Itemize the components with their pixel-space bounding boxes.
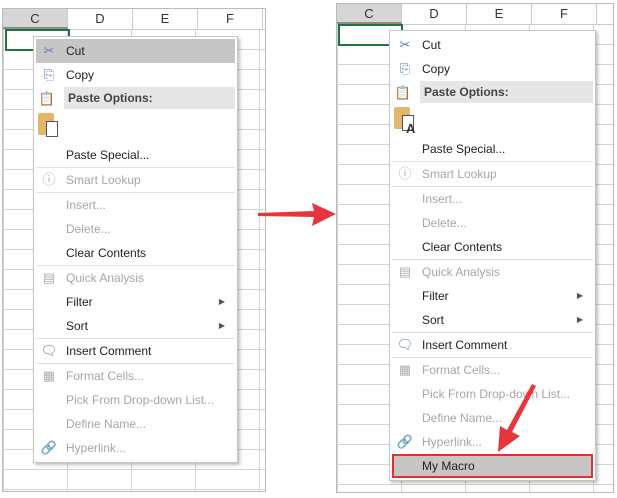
menu-item-label: Hyperlink... xyxy=(66,441,127,455)
scissors-icon: ✂ xyxy=(399,37,411,52)
menu-item-label: Clear Contents xyxy=(66,246,147,260)
copy-icon: ⎘ xyxy=(399,61,411,76)
hyperlink-icon: 🔗 xyxy=(40,440,58,455)
menu-item-label: Quick Analysis xyxy=(422,265,501,279)
menu-item-label: Hyperlink... xyxy=(422,435,483,449)
quick-analysis-icon: ▤ xyxy=(42,270,56,285)
scissors-icon: ✂ xyxy=(43,43,55,58)
paste-glyph: A xyxy=(406,121,416,136)
menu-item-label: Delete... xyxy=(422,216,467,230)
submenu-arrow-icon: ▶ xyxy=(576,315,583,324)
lookup-icon: ⓘ xyxy=(42,172,56,187)
menu-item-filter[interactable]: Filter ▶ xyxy=(36,290,235,314)
menu-item-paste-options: 📋 Paste Options: xyxy=(39,87,235,109)
column-headers: C D E F xyxy=(3,9,265,30)
menu-item-label: Paste Special... xyxy=(66,148,150,162)
submenu-arrow-icon: ▶ xyxy=(576,291,583,300)
menu-item-label: Pick From Drop-down List... xyxy=(66,393,215,407)
format-cells-icon: ▦ xyxy=(42,368,56,383)
menu-item-smart-lookup: ⓘ Smart Lookup xyxy=(392,161,593,186)
menu-item-insert-comment[interactable]: 🗨 Insert Comment xyxy=(36,338,235,363)
menu-item-delete: Delete... xyxy=(36,217,235,241)
hyperlink-icon: 🔗 xyxy=(396,434,414,449)
menu-item-label: Smart Lookup xyxy=(66,173,141,187)
menu-item-copy[interactable]: ⎘ Copy xyxy=(392,57,593,81)
menu-item-label: Copy xyxy=(66,68,95,82)
format-cells-icon: ▦ xyxy=(398,362,412,377)
menu-item-label: Copy xyxy=(422,62,451,76)
menu-item-label: Insert Comment xyxy=(66,344,152,358)
menu-item-label: Format Cells... xyxy=(422,363,501,377)
menu-item-label: Cut xyxy=(66,44,85,58)
comment-icon: 🗨 xyxy=(396,337,414,352)
column-header-e[interactable]: E xyxy=(467,4,532,24)
menu-item-label: Paste Special... xyxy=(422,142,506,156)
column-header-c[interactable]: C xyxy=(3,9,68,29)
menu-item-cut[interactable]: ✂ Cut xyxy=(36,39,235,63)
menu-item-label: Delete... xyxy=(66,222,111,236)
menu-item-insert: Insert... xyxy=(392,186,593,211)
column-header-f[interactable]: F xyxy=(198,9,263,29)
menu-item-label: Clear Contents xyxy=(422,240,503,254)
menu-item-quick-analysis: ▤ Quick Analysis xyxy=(36,265,235,290)
quick-analysis-icon: ▤ xyxy=(398,264,412,279)
menu-item-sort[interactable]: Sort ▶ xyxy=(36,314,235,338)
column-header-e[interactable]: E xyxy=(133,9,198,29)
copy-icon: ⎘ xyxy=(43,67,55,82)
menu-item-label: Cut xyxy=(422,38,441,52)
pointer-arrow-icon xyxy=(498,384,536,452)
menu-item-copy[interactable]: ⎘ Copy xyxy=(36,63,235,87)
menu-item-format-cells: ▦ Format Cells... xyxy=(392,357,593,382)
menu-item-smart-lookup: ⓘ Smart Lookup xyxy=(36,167,235,192)
menu-item-label: Paste Options: xyxy=(424,85,509,99)
clipboard-icon: 📋 xyxy=(394,85,412,100)
menu-item-label: Quick Analysis xyxy=(66,271,145,285)
menu-item-quick-analysis: ▤ Quick Analysis xyxy=(392,259,593,284)
clipboard-icon: 📋 xyxy=(38,91,56,106)
menu-item-label: Insert Comment xyxy=(422,338,508,352)
menu-item-insert-comment[interactable]: 🗨 Insert Comment xyxy=(392,332,593,357)
paste-text-icon[interactable]: A xyxy=(394,107,415,136)
menu-item-label: Insert... xyxy=(66,198,107,212)
lookup-icon: ⓘ xyxy=(398,166,412,181)
menu-item-clear-contents[interactable]: Clear Contents xyxy=(36,241,235,265)
context-menu-before: ✂ Cut ⎘ Copy 📋 Paste Options: Paste Special...… xyxy=(33,36,238,463)
column-headers: C D E F xyxy=(337,4,613,25)
column-header-c[interactable]: C xyxy=(337,4,402,24)
menu-item-label: Filter xyxy=(422,289,449,303)
comment-icon: 🗨 xyxy=(40,343,58,358)
menu-item-format-cells: ▦ Format Cells... xyxy=(36,363,235,388)
menu-item-label: Sort xyxy=(66,319,89,333)
menu-item-label: My Macro xyxy=(422,459,475,473)
menu-item-filter[interactable]: Filter ▶ xyxy=(392,284,593,308)
menu-item-cut[interactable]: ✂ Cut xyxy=(392,33,593,57)
menu-item-paste-special[interactable]: Paste Special... xyxy=(36,143,235,167)
menu-item-sort[interactable]: Sort ▶ xyxy=(392,308,593,332)
menu-item-label: Smart Lookup xyxy=(422,167,497,181)
menu-item-hyperlink: 🔗 Hyperlink... xyxy=(36,436,235,460)
menu-item-label: Paste Options: xyxy=(68,91,153,105)
menu-item-label: Format Cells... xyxy=(66,369,145,383)
transition-arrow-icon xyxy=(258,203,336,226)
column-header-d[interactable]: D xyxy=(402,4,467,24)
submenu-arrow-icon: ▶ xyxy=(218,321,225,330)
menu-item-label: Sort xyxy=(422,313,445,327)
submenu-arrow-icon: ▶ xyxy=(218,297,225,306)
menu-item-clear-contents[interactable]: Clear Contents xyxy=(392,235,593,259)
menu-item-insert: Insert... xyxy=(36,192,235,217)
menu-item-pick-from-drop-down-list: Pick From Drop-down List... xyxy=(36,388,235,412)
menu-item-label: Insert... xyxy=(422,192,463,206)
menu-item-define-name: Define Name... xyxy=(36,412,235,436)
menu-item-paste-special[interactable]: Paste Special... xyxy=(392,137,593,161)
menu-item-label: Filter xyxy=(66,295,93,309)
menu-item-label: Define Name... xyxy=(66,417,147,431)
paste-icon[interactable] xyxy=(38,113,58,137)
column-header-d[interactable]: D xyxy=(68,9,133,29)
menu-item-paste-icon[interactable] xyxy=(36,109,235,143)
menu-item-paste-text-icon[interactable]: A xyxy=(392,103,593,137)
menu-item-delete: Delete... xyxy=(392,211,593,235)
menu-item-paste-options: 📋 Paste Options: xyxy=(395,81,593,103)
column-header-f[interactable]: F xyxy=(532,4,597,24)
